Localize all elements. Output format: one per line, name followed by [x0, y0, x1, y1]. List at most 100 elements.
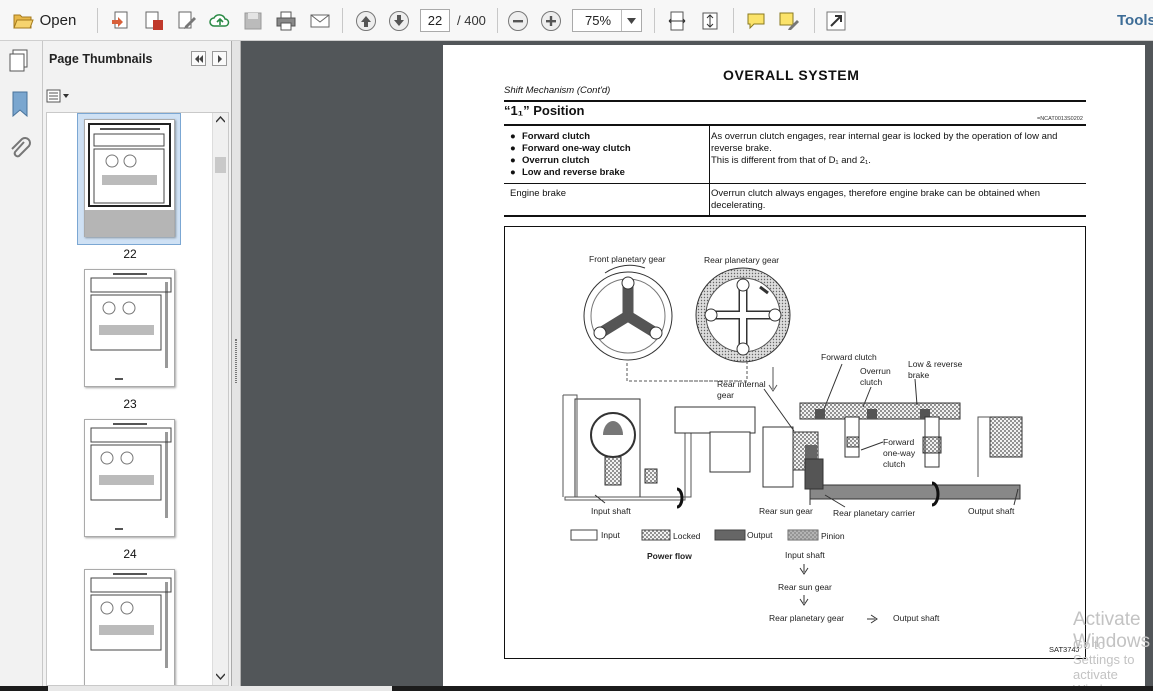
page-thumbnail-24[interactable] [84, 419, 175, 537]
next-page-button[interactable] [386, 7, 412, 34]
label-front-planetary: Front planetary gear [589, 254, 666, 264]
flow-step-1: Input shaft [785, 550, 825, 560]
legend-pinion: Pinion [821, 531, 845, 541]
list-item: ● Low and reverse brake [510, 167, 625, 178]
label-rear-planetary: Rear planetary gear [704, 255, 780, 265]
fit-width-button[interactable] [664, 7, 690, 34]
scroll-down-icon[interactable] [216, 673, 225, 680]
row1-text: As overrun clutch engages, rear internal… [711, 131, 1058, 154]
create-pdf-icon [112, 11, 128, 28]
activation-watermark-sub: Go to Settings to activate Windows. [1073, 637, 1135, 686]
fit-page-button[interactable] [697, 7, 723, 34]
page-number-input[interactable]: 22 [420, 9, 450, 32]
folder-open-icon [12, 14, 34, 28]
comment-button[interactable] [743, 7, 769, 34]
page-thumbnail-22[interactable] [84, 119, 175, 237]
label-rear-carrier: Rear planetary carrier [833, 508, 916, 518]
thumbnail-page-preview [93, 128, 165, 204]
panel-splitter[interactable] [232, 41, 241, 686]
power-flow-title: Power flow [647, 551, 692, 561]
taskbar-edge [0, 686, 1153, 691]
legend-output: Output [747, 530, 773, 540]
transmission-diagram [562, 264, 1023, 624]
plus-circle-icon [541, 10, 561, 31]
thumbnail-number: 24 [123, 547, 137, 561]
thumbnail-panel: Page Thumbnails 22 23 24 [43, 41, 232, 686]
expand-panel-button[interactable] [212, 51, 227, 66]
list-item: ● Forward clutch [510, 131, 591, 142]
print-button[interactable] [273, 7, 299, 34]
list-item: ● Overrun clutch [510, 155, 590, 166]
thumbnail-page-preview [90, 273, 172, 380]
thumbnail-options-button[interactable] [46, 87, 72, 105]
page-thumbnails-toggle[interactable] [8, 49, 30, 78]
export-pdf-button[interactable] [141, 7, 167, 34]
thumbnail-scrollbar[interactable] [212, 113, 228, 685]
previous-page-button[interactable] [353, 7, 379, 34]
arrow-up-circle-icon [356, 10, 376, 31]
save-button[interactable] [240, 7, 266, 34]
label-overrun-clutch: Overrun clutch [860, 366, 891, 387]
thumbnail-page-preview [90, 423, 172, 530]
label-output-shaft: Output shaft [968, 506, 1015, 516]
highlighter-icon [779, 12, 799, 30]
collapse-panel-button[interactable] [191, 51, 206, 66]
edit-pdf-button[interactable] [174, 7, 200, 34]
pages-icon [9, 49, 28, 72]
thumbnail-number: 23 [123, 397, 137, 411]
legend-input: Input [601, 530, 620, 540]
open-label: Open [39, 12, 77, 29]
label-low-reverse: Low & reverse brake [908, 359, 963, 380]
upload-button[interactable] [207, 7, 233, 34]
bookmarks-toggle[interactable] [10, 91, 30, 122]
highlight-button[interactable] [776, 7, 802, 34]
attachments-toggle[interactable] [8, 136, 32, 167]
options-list-icon [46, 89, 69, 103]
zoom-value: 75% [585, 13, 612, 28]
label-forward-clutch: Forward clutch [821, 352, 877, 362]
tools-menu[interactable]: Tools [1117, 12, 1153, 29]
minus-circle-icon [508, 10, 528, 31]
scroll-up-icon[interactable] [216, 116, 225, 123]
list-item: ● Forward one-way clutch [510, 143, 631, 154]
arrow-down-circle-icon [389, 10, 409, 31]
speech-bubble-icon [747, 13, 765, 29]
flow-step-2: Rear sun gear [778, 582, 832, 592]
save-disk-icon [244, 12, 262, 29]
legend-locked: Locked [673, 531, 701, 541]
thumbnail-page-preview [90, 573, 172, 668]
page-thumbnail-23[interactable] [84, 269, 175, 387]
open-button[interactable]: Open [8, 7, 80, 34]
label-rear-internal: Rear internal gear [717, 379, 766, 400]
pdf-export-icon [145, 11, 163, 30]
zoom-out-button[interactable] [505, 7, 531, 34]
row1-text-2: This is different from that of D₁ and 2₁… [711, 155, 871, 166]
clutch-list: ● Forward clutch ● Forward one-way clutch … [510, 131, 631, 179]
expand-icon [826, 11, 846, 30]
reference-code: =NCAT0013S0202 [1037, 116, 1083, 122]
zoom-select[interactable]: 75% [572, 9, 642, 32]
chevron-down-icon[interactable] [621, 10, 641, 31]
scroll-thumb[interactable] [215, 157, 226, 173]
row1-description: As overrun clutch engages, rear internal… [711, 131, 1081, 167]
chevron-right-icon [217, 54, 222, 63]
cloud-upload-icon [209, 13, 230, 27]
row2-label: Engine brake [510, 188, 566, 199]
thumbnail-list: 22 23 24 [46, 112, 229, 686]
panel-title: Page Thumbnails [49, 52, 153, 66]
envelope-icon [310, 14, 330, 27]
zoom-in-button[interactable] [538, 7, 564, 34]
edit-pdf-icon [178, 11, 196, 29]
create-pdf-button[interactable] [108, 7, 134, 34]
fullscreen-button[interactable] [823, 7, 849, 34]
email-button[interactable] [306, 7, 334, 34]
flow-step-3: Rear planetary gear [769, 613, 845, 623]
flow-step-4: Output shaft [893, 613, 940, 623]
page-thumbnail-25[interactable] [84, 569, 175, 685]
document-viewer: OVERALL SYSTEM Shift Mechanism (Cont'd) … [241, 41, 1153, 686]
page-subtitle: Shift Mechanism (Cont'd) [504, 85, 611, 96]
navigation-rail [0, 41, 43, 686]
info-table: ● Forward clutch ● Forward one-way clutch … [504, 126, 1086, 217]
double-chevron-left-icon [194, 54, 203, 63]
shift-mechanism-figure: Front planetary gear Rear planetary gear… [504, 226, 1086, 659]
